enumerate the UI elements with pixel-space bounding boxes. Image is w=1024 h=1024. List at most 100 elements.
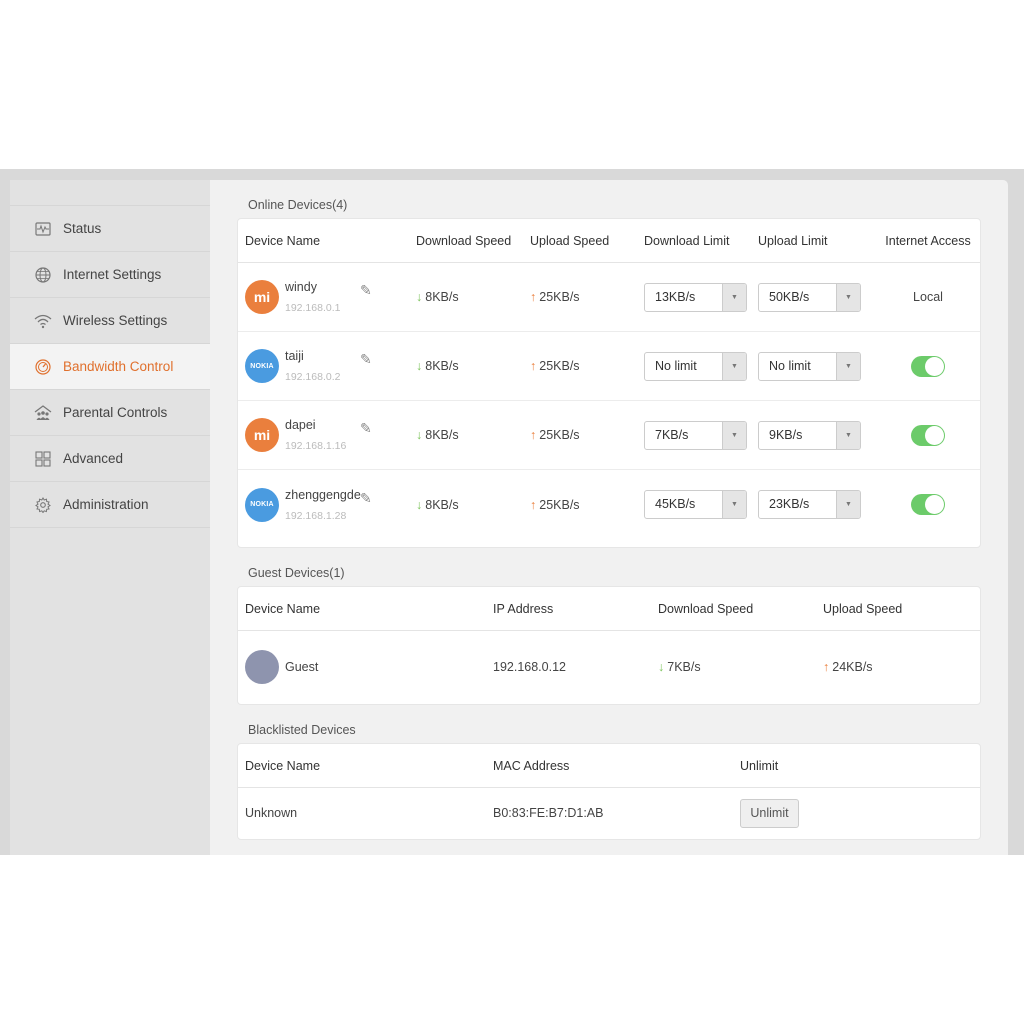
download-limit-cell: 7KB/s ▼ — [644, 420, 758, 450]
internet-access-cell — [878, 494, 978, 515]
toggle-knob — [925, 425, 944, 445]
family-icon — [34, 404, 52, 422]
header-device-name: Device Name — [245, 233, 321, 248]
blacklisted-devices-title: Blacklisted Devices — [248, 723, 356, 737]
sidebar-item-advanced[interactable]: Advanced — [10, 436, 210, 482]
header-upload-speed: Upload Speed — [823, 601, 903, 616]
caret-down-icon[interactable]: ▼ — [836, 421, 860, 449]
caret-down-icon[interactable]: ▼ — [722, 421, 746, 449]
table-header: Device Name MAC Address Unlimit — [238, 744, 980, 788]
xiaomi-logo-icon: mi — [245, 418, 279, 452]
toggle-knob — [925, 495, 944, 514]
caret-down-icon[interactable]: ▼ — [722, 491, 746, 518]
online-devices-table: Device Name Download Speed Upload Speed … — [237, 218, 981, 548]
download-speed: ↓ 8KB/s — [416, 290, 530, 304]
device-info: taiji 192.168.0.2 — [285, 349, 340, 383]
select-value: 9KB/s — [769, 427, 803, 442]
device-ip: 192.168.0.1 — [285, 302, 341, 314]
sidebar-item-label: Administration — [63, 497, 149, 512]
caret-down-icon[interactable]: ▼ — [836, 491, 860, 518]
header-download-speed: Download Speed — [658, 601, 754, 616]
download-speed: ↓ 8KB/s — [416, 359, 530, 373]
internet-access-cell — [878, 424, 978, 446]
upload-speed: ↑ 25KB/s — [530, 359, 644, 373]
table-row: mi dapei 192.168.1.16 ✎ ↓ 8KB/s ↑ 25KB/s 7… — [238, 401, 980, 470]
table-row: mi windy 192.168.0.1 ✎ ↓ 8KB/s ↑ 25KB/s 13… — [238, 263, 980, 332]
caret-down-icon[interactable]: ▼ — [722, 352, 746, 380]
xiaomi-logo-icon: mi — [245, 280, 279, 314]
upload-limit-cell: 9KB/s ▼ — [758, 420, 878, 450]
caret-down-icon[interactable]: ▼ — [722, 283, 746, 311]
edit-pencil-icon[interactable]: ✎ — [360, 282, 372, 299]
caret-down-icon[interactable]: ▼ — [836, 352, 860, 380]
download-limit-select[interactable]: 13KB/s ▼ — [644, 282, 747, 312]
nokia-logo-icon: NOKIA — [245, 487, 279, 522]
up-arrow-icon: ↑ — [530, 428, 537, 442]
grid-icon — [34, 450, 52, 468]
wifi-icon — [34, 312, 52, 330]
unlimit-cell: Unlimit — [740, 798, 860, 828]
device-name: Guest — [285, 660, 319, 674]
download-speed: ↓ 8KB/s — [416, 428, 530, 442]
device-cell: Guest — [238, 650, 493, 684]
up-arrow-icon: ↑ — [530, 359, 537, 373]
header-upload-speed: Upload Speed — [530, 233, 610, 248]
upload-limit-select[interactable]: 9KB/s ▼ — [758, 420, 861, 450]
select-value: 13KB/s — [655, 289, 696, 304]
upload-speed-value: 25KB/s — [539, 428, 580, 442]
select-value: 23KB/s — [769, 497, 810, 511]
download-limit-select[interactable]: 7KB/s ▼ — [644, 420, 747, 450]
upload-speed-value: 24KB/s — [832, 660, 873, 674]
header-ip-address: IP Address — [493, 601, 554, 616]
upload-speed: ↑ 25KB/s — [530, 428, 644, 442]
header-download-speed: Download Speed — [416, 233, 512, 248]
download-limit-select[interactable]: 45KB/s ▼ — [644, 490, 747, 519]
nokia-logo-icon: NOKIA — [245, 349, 279, 383]
status-chart-icon — [34, 220, 52, 238]
download-limit-cell: 45KB/s ▼ — [644, 490, 758, 519]
table-row: NOKIA taiji 192.168.0.2 ✎ ↓ 8KB/s ↑ 25KB/s… — [238, 332, 980, 401]
up-arrow-icon: ↑ — [530, 497, 537, 512]
download-limit-select[interactable]: No limit ▼ — [644, 351, 747, 381]
sidebar-item-internet-settings[interactable]: Internet Settings — [10, 252, 210, 298]
device-ip: 192.168.1.28 — [285, 509, 347, 522]
upload-limit-select[interactable]: 23KB/s ▼ — [758, 490, 861, 519]
select-value: No limit — [655, 358, 697, 373]
router-admin-frame: Status Internet Settings Wireless Settin… — [0, 169, 1024, 855]
upload-limit-select[interactable]: 50KB/s ▼ — [758, 282, 861, 312]
sidebar-item-wireless-settings[interactable]: Wireless Settings — [10, 298, 210, 344]
header-device-name: Device Name — [245, 758, 321, 773]
upload-speed: ↑ 25KB/s — [530, 498, 644, 512]
header-upload-limit: Upload Limit — [758, 233, 828, 248]
upload-limit-select[interactable]: No limit ▼ — [758, 351, 861, 381]
blacklisted-devices-table: Device Name MAC Address Unlimit Unknown … — [237, 743, 981, 840]
sidebar-item-status[interactable]: Status — [10, 206, 210, 252]
sidebar-item-label: Parental Controls — [63, 405, 168, 420]
sidebar-top-spacer — [10, 180, 210, 206]
sidebar-item-parental-controls[interactable]: Parental Controls — [10, 390, 210, 436]
download-speed: ↓ 8KB/s — [416, 498, 530, 512]
device-ip: 192.168.0.12 — [493, 660, 566, 674]
sidebar-item-label: Advanced — [63, 451, 124, 466]
upload-speed-value: 25KB/s — [539, 359, 580, 373]
edit-pencil-icon[interactable]: ✎ — [360, 420, 372, 437]
internet-access-toggle[interactable] — [911, 424, 945, 446]
header-unlimit: Unlimit — [740, 758, 779, 773]
internet-access-toggle[interactable] — [911, 494, 945, 515]
sidebar-item-bandwidth-control[interactable]: Bandwidth Control — [10, 344, 210, 390]
upload-speed: ↑ 24KB/s — [823, 660, 973, 674]
edit-pencil-icon[interactable]: ✎ — [360, 351, 372, 368]
sidebar-item-administration[interactable]: Administration — [10, 482, 210, 528]
down-arrow-icon: ↓ — [416, 497, 423, 512]
header-mac-address: MAC Address — [493, 758, 570, 773]
sidebar: Status Internet Settings Wireless Settin… — [10, 180, 210, 855]
download-limit-cell: 13KB/s ▼ — [644, 282, 758, 312]
internet-access-toggle[interactable] — [911, 355, 945, 377]
header-device-name: Device Name — [245, 601, 321, 616]
device-cell: NOKIA zhenggengde 192.168.1.28 ✎ — [238, 487, 416, 522]
device-name: zhenggengde — [285, 487, 361, 502]
unlimit-button[interactable]: Unlimit — [740, 798, 799, 828]
header-internet-access: Internet Access — [885, 233, 971, 248]
edit-pencil-icon[interactable]: ✎ — [360, 490, 372, 507]
caret-down-icon[interactable]: ▼ — [836, 283, 860, 311]
